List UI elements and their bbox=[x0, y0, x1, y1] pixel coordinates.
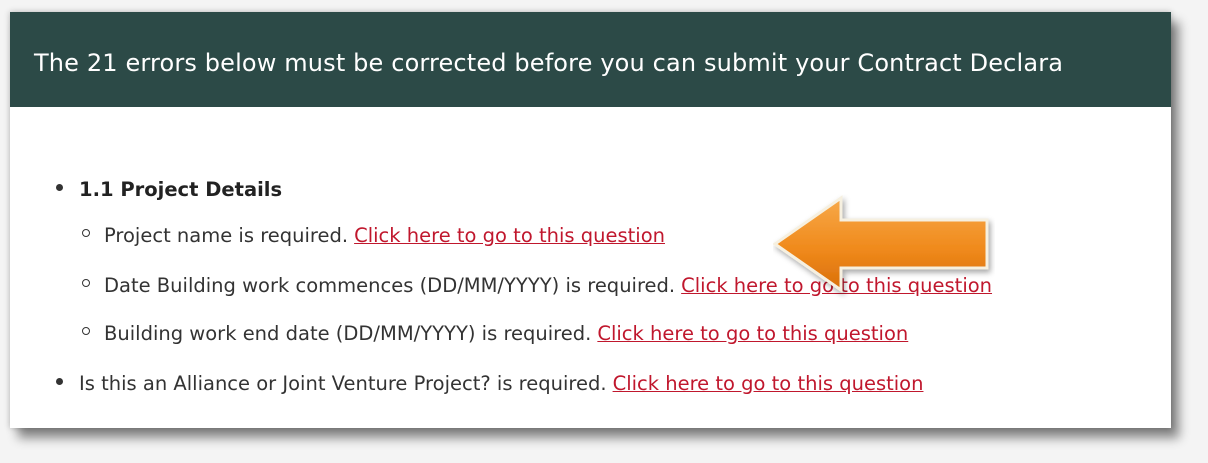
error-item-end-date: Building work end date (DD/MM/YYYY) is r… bbox=[82, 322, 908, 345]
go-to-question-link[interactable]: Click here to go to this question bbox=[613, 372, 924, 395]
error-list: 1.1 Project Details Project name is requ… bbox=[10, 12, 1171, 428]
sub-bullet-icon bbox=[82, 229, 90, 237]
section-title: 1.1 Project Details bbox=[79, 178, 283, 201]
error-item-project-name: Project name is required. Click here to … bbox=[82, 224, 665, 247]
go-to-question-link[interactable]: Click here to go to this question bbox=[597, 322, 908, 345]
error-message: Date Building work commences (DD/MM/YYYY… bbox=[104, 274, 676, 297]
error-item-alliance: Is this an Alliance or Joint Venture Pro… bbox=[56, 372, 923, 395]
bullet-icon bbox=[56, 378, 63, 385]
bullet-icon bbox=[56, 184, 63, 191]
error-summary-panel: The 21 errors below must be corrected be… bbox=[10, 12, 1171, 428]
orange-arrow-icon bbox=[773, 195, 989, 293]
go-to-question-link[interactable]: Click here to go to this question bbox=[354, 224, 665, 247]
sub-bullet-icon bbox=[82, 279, 90, 287]
section-item: 1.1 Project Details bbox=[56, 178, 282, 201]
error-message: Building work end date (DD/MM/YYYY) is r… bbox=[104, 322, 592, 345]
error-message: Is this an Alliance or Joint Venture Pro… bbox=[79, 372, 607, 395]
sub-bullet-icon bbox=[82, 327, 90, 335]
error-message: Project name is required. bbox=[104, 224, 349, 247]
